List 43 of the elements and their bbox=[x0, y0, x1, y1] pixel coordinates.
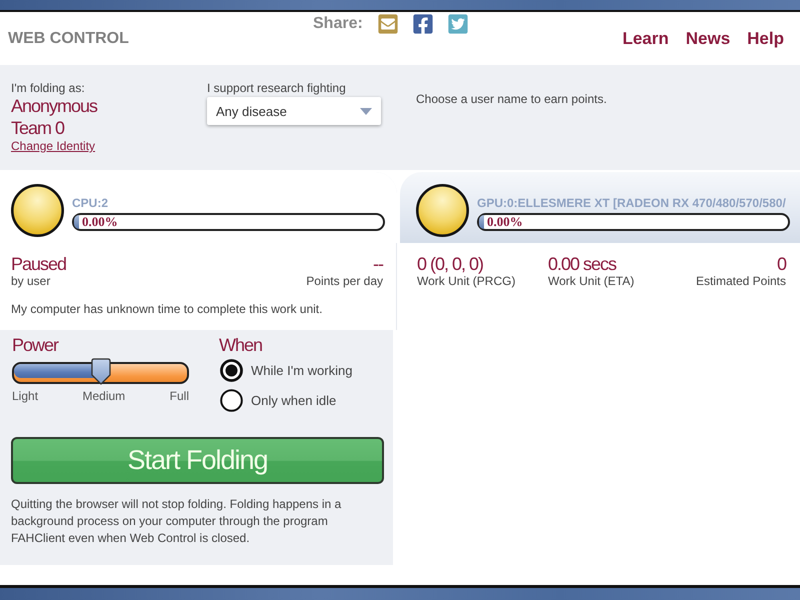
when-label: When bbox=[219, 335, 264, 355]
when-option[interactable]: Only when idle bbox=[219, 385, 352, 415]
caret-icon bbox=[360, 108, 372, 114]
mail-icon[interactable] bbox=[376, 13, 399, 35]
power-label: Power bbox=[12, 335, 60, 355]
stat-label: Estimated Points bbox=[696, 274, 786, 288]
user-name: Anonymous bbox=[11, 95, 98, 117]
stat-value: -- bbox=[373, 254, 383, 274]
nav-link[interactable]: Learn bbox=[622, 28, 669, 48]
facebook-icon[interactable] bbox=[412, 13, 434, 35]
stat-value: 0.00 secs bbox=[548, 254, 616, 274]
stat-value: 0 (0, 0, 0) bbox=[417, 254, 484, 274]
nav-link[interactable]: News bbox=[686, 28, 730, 48]
slider-mark-label: Medium bbox=[82, 389, 126, 403]
progress-percent: 0.00% bbox=[81, 215, 118, 229]
change-identity-link[interactable]: Change Identity bbox=[11, 139, 96, 153]
slot-title: CPU:2 bbox=[72, 196, 110, 210]
slider-thumb[interactable] bbox=[90, 358, 110, 385]
nav-link[interactable]: Help bbox=[747, 28, 784, 48]
identity-label: I'm folding as: bbox=[11, 81, 85, 95]
progress-percent: 0.00% bbox=[486, 215, 523, 229]
footer-note: Quitting the browser will not stop folding. Folding happens in a background process on your computer through the program FAHClient even when Web Control is closed. bbox=[11, 496, 342, 547]
cause-dropdown[interactable]: Any disease bbox=[207, 97, 381, 125]
slot-title: GPU:0:ELLESMERE XT [RADEON RX 470/480/570/580/ bbox=[477, 196, 787, 210]
status-icon bbox=[11, 184, 64, 237]
points-note: Choose a user name to earn points. bbox=[416, 92, 607, 106]
status-icon bbox=[416, 184, 469, 237]
stat-label: Work Unit (ETA) bbox=[548, 274, 634, 288]
share-label: Share: bbox=[313, 15, 363, 33]
stat-label: Points per day bbox=[306, 274, 383, 288]
slot-note: My computer has unknown time to complete this work unit. bbox=[11, 302, 324, 316]
team-name: Team 0 bbox=[11, 117, 64, 139]
when-option[interactable]: While I'm working bbox=[219, 355, 352, 385]
site-title: WEB CONTROL bbox=[7, 30, 130, 48]
power-slider[interactable] bbox=[12, 358, 189, 385]
slider-mark-label: Full bbox=[170, 389, 189, 403]
stat-label: by user bbox=[11, 274, 50, 288]
stat-label: Work Unit (PRCG) bbox=[417, 274, 516, 288]
cause-label: I support research fighting bbox=[207, 81, 346, 95]
slider-mark-label: Light bbox=[12, 389, 38, 403]
stat-value: Paused bbox=[11, 254, 66, 274]
stat-value: 0 bbox=[776, 254, 786, 274]
slot-card[interactable]: CPU:2 0.00% Paused by user -- Points per day My computer has unknown time to complete this work unit. bbox=[0, 172, 397, 330]
